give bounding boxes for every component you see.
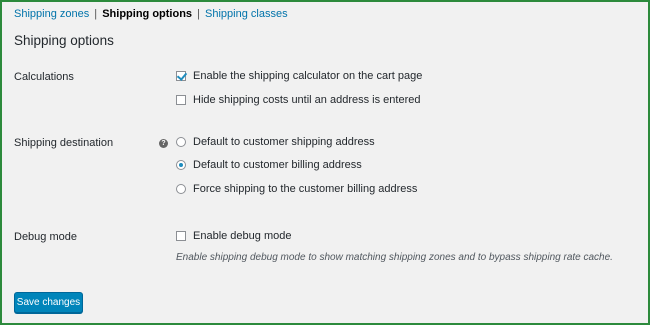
hide-shipping-costs-option[interactable]: Hide shipping costs until an address is … — [176, 94, 420, 106]
nav-separator: | — [197, 8, 200, 20]
question-mark-icon[interactable]: ? — [159, 139, 168, 148]
default-billing-address-option[interactable]: Default to customer billing address — [176, 159, 362, 171]
option-label: Enable the shipping calculator on the ca… — [193, 70, 423, 82]
debug-mode-label: Debug mode — [14, 231, 77, 243]
shipping-destination-label: Shipping destination — [14, 137, 114, 149]
save-changes-button[interactable]: Save changes — [14, 292, 83, 313]
default-shipping-address-radio[interactable] — [176, 137, 186, 147]
default-shipping-address-option[interactable]: Default to customer shipping address — [176, 136, 375, 148]
calculations-label: Calculations — [14, 71, 74, 83]
nav-separator: | — [94, 8, 98, 20]
option-label: Enable debug mode — [193, 230, 292, 242]
default-billing-address-radio[interactable] — [176, 160, 186, 170]
subsection-nav: Shipping zones | Shipping options | Ship… — [14, 7, 288, 21]
force-billing-address-option[interactable]: Force shipping to the customer billing a… — [176, 183, 417, 195]
option-label: Hide shipping costs until an address is … — [193, 94, 421, 106]
nav-shipping-options[interactable]: Shipping options — [102, 8, 192, 20]
enable-debug-mode-checkbox[interactable] — [176, 231, 186, 241]
hide-shipping-costs-checkbox[interactable] — [176, 95, 186, 105]
force-billing-address-radio[interactable] — [176, 184, 186, 194]
enable-debug-mode-option[interactable]: Enable debug mode — [176, 230, 291, 242]
page-title: Shipping options — [14, 33, 114, 48]
nav-shipping-classes[interactable]: Shipping classes — [205, 8, 288, 20]
settings-panel: Shipping zones | Shipping options | Ship… — [0, 0, 650, 325]
option-label: Default to customer shipping address — [193, 136, 375, 148]
nav-shipping-zones[interactable]: Shipping zones — [14, 8, 89, 20]
debug-mode-description: Enable shipping debug mode to show match… — [176, 252, 613, 263]
enable-shipping-calculator-option[interactable]: Enable the shipping calculator on the ca… — [176, 70, 422, 82]
option-label: Default to customer billing address — [193, 159, 362, 171]
enable-shipping-calculator-checkbox[interactable] — [176, 71, 186, 81]
option-label: Force shipping to the customer billing a… — [193, 183, 418, 195]
